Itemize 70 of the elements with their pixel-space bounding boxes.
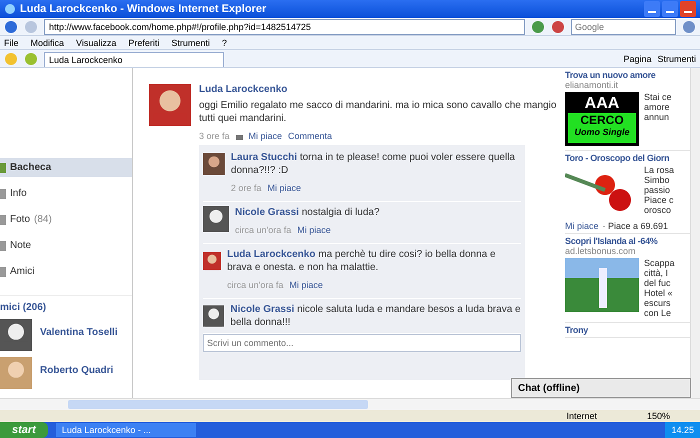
start-button[interactable]: start [0, 422, 48, 438]
clock: 14.25 [665, 422, 700, 438]
menu-item[interactable]: ? [222, 38, 227, 48]
like-link[interactable]: Mi piace [289, 280, 323, 290]
item-label: Bacheca [10, 162, 52, 173]
friend-name[interactable]: Valentina Toselli [40, 327, 118, 338]
item-icon [0, 240, 6, 250]
item-label: Note [10, 240, 32, 251]
menu-item[interactable]: Modifica [30, 38, 64, 48]
comment-time: circa un'ora fa [235, 225, 292, 235]
friends-heading: mici (206) [0, 295, 132, 313]
author-name[interactable]: Luda Larockcenko [199, 84, 288, 95]
search-field[interactable]: Google [571, 18, 676, 34]
like-link[interactable]: Mi piace [565, 221, 599, 231]
banner-text: AAA [584, 95, 620, 113]
ad-text: Scappa città, I del fuc Hotel « escurs con Le [644, 258, 675, 318]
window-title: Luda Larockcenko - Windows Internet Explorer [20, 3, 266, 15]
menu-item[interactable]: Strumenti [171, 38, 210, 48]
post-time: 3 ore fa [199, 131, 230, 141]
item-icon [0, 214, 6, 224]
close-button[interactable] [680, 1, 696, 17]
ad-title[interactable]: Toro - Oroscopo del Giorn [565, 153, 690, 163]
item-label: Foto [10, 214, 30, 225]
item-icon [0, 188, 6, 198]
sidebar-item[interactable]: Note [0, 236, 132, 255]
like-link[interactable]: Mi piace [297, 225, 331, 235]
friend-name[interactable]: Roberto Quadri [40, 365, 114, 376]
chat-bar[interactable]: Chat (offline) [511, 378, 691, 398]
comment-text: Laura Stucchi torna in te please! come puoi voler essere quella donna?!!? :D [230, 151, 516, 177]
comment-text: Nicole Grassi nostalgia di luda? [235, 206, 380, 219]
taskbar-button[interactable]: Luda Larockcenko - ... [56, 423, 196, 437]
comment-time: circa un'ora fa [227, 280, 284, 290]
sidebar-item[interactable]: Foto (84) [0, 210, 132, 229]
ad-source: ad.letsbonus.com [565, 246, 637, 256]
menu-item[interactable]: File [4, 38, 19, 48]
comment-field[interactable]: Scrivi un commento... [203, 334, 521, 352]
sidebar-item[interactable]: Bacheca [0, 158, 132, 177]
zoom-level[interactable]: 150% [646, 411, 670, 421]
horizontal-scrollbar[interactable] [0, 398, 700, 410]
ad-title[interactable]: Scopri l'Islanda al -64% [565, 236, 690, 246]
banner-text: Uomo Single [574, 127, 630, 137]
comment-text: Luda Larockcenko ma perchè tu dire cosi? io bella donna e brava e onesta. e non ha malattie. [227, 248, 497, 274]
like-count: · Piace a 69.691 [602, 221, 668, 231]
command-button[interactable]: Strumenti [657, 54, 696, 64]
item-icon [0, 162, 6, 172]
sidebar-item[interactable]: Info [0, 184, 132, 203]
menu-item[interactable]: Preferiti [128, 38, 160, 48]
minimize-button[interactable] [644, 1, 660, 17]
comment-text: Nicole Grassi nicole saluta luda e mandare besos a luda brava e bella donna!!! [230, 303, 521, 329]
item-count: (84) [34, 214, 52, 225]
comment-link[interactable]: Commenta [288, 131, 332, 141]
post-text: oggi Emilio regalato me sacco di mandarini. ma io mica sono cavallo che mangio tutti quei mandarini. [199, 99, 558, 125]
item-icon [0, 266, 6, 276]
ad-text: La rosa Simbo passio Piace c orosco [644, 165, 674, 217]
item-label: Info [10, 188, 27, 199]
like-link[interactable]: Mi piace [267, 183, 301, 193]
zone-label: Internet [566, 411, 597, 421]
command-button[interactable]: Pagina [623, 54, 652, 64]
ad-source: elianamonti.it [565, 80, 620, 90]
comment-time: 2 ore fa [230, 183, 262, 193]
ad-title[interactable]: Trova un nuovo amore [565, 70, 690, 80]
address-field[interactable]: http://www.facebook.com/home.php#!/profile.php?id=1482514725 [44, 18, 525, 34]
ad-title[interactable]: Trony [565, 325, 690, 335]
like-link[interactable]: Mi piace [248, 131, 282, 141]
ad-text: Stai ce amore annun [644, 92, 672, 124]
banner-text: CERCO [580, 113, 624, 127]
browser-tab[interactable]: Luda Larockcenko [44, 52, 224, 67]
sidebar-item[interactable]: Amici [0, 262, 132, 281]
item-label: Amici [10, 266, 34, 277]
menu-item[interactable]: Visualizza [76, 38, 116, 48]
